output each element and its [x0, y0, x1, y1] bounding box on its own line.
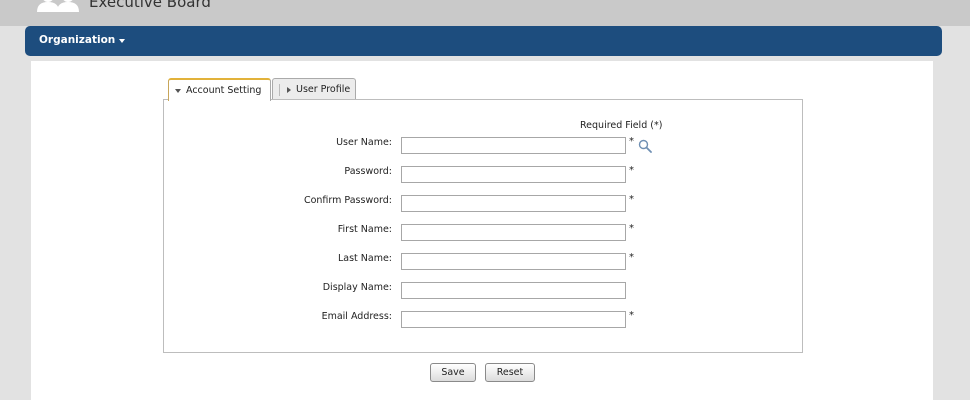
first-name-label: First Name:	[337, 224, 392, 235]
nav-organization-label: Organization	[39, 34, 116, 46]
chevron-down-icon	[119, 38, 126, 43]
email-address-input[interactable]	[401, 311, 626, 328]
first-name-input[interactable]	[401, 224, 626, 241]
required-star: *	[629, 223, 634, 234]
display-name-input[interactable]	[401, 282, 626, 299]
tab-divider	[279, 83, 280, 96]
last-name-label: Last Name:	[337, 253, 392, 264]
required-star: *	[629, 194, 634, 205]
main-nav-bar: Organization	[25, 26, 942, 56]
tab-label: User Profile	[296, 84, 351, 95]
app-title: Executive Board	[89, 0, 211, 11]
reset-button[interactable]: Reset	[485, 363, 535, 382]
expanded-arrow-icon	[175, 88, 181, 93]
confirm-password-label: Confirm Password:	[303, 195, 392, 206]
display-name-label: Display Name:	[322, 282, 392, 293]
username-label: User Name:	[336, 137, 392, 148]
password-input[interactable]	[401, 166, 626, 183]
tab-label: Account Setting	[186, 85, 262, 96]
required-star: *	[629, 136, 634, 147]
search-icon[interactable]	[638, 139, 652, 153]
confirm-password-input[interactable]	[401, 195, 626, 212]
required-field-note: Required Field (*)	[580, 120, 663, 131]
required-star: *	[629, 310, 634, 321]
tab-user-profile[interactable]: User Profile	[272, 78, 356, 100]
top-header-bar: Executive Board	[0, 0, 970, 26]
email-address-label: Email Address:	[321, 311, 392, 322]
save-button[interactable]: Save	[430, 363, 476, 382]
required-star: *	[629, 252, 634, 263]
nav-organization-menu[interactable]: Organization	[39, 34, 126, 46]
last-name-input[interactable]	[401, 253, 626, 270]
password-label: Password:	[344, 166, 392, 177]
tab-account-setting[interactable]: Account Setting	[168, 78, 271, 101]
required-star: *	[629, 165, 634, 176]
username-input[interactable]	[401, 137, 626, 154]
users-group-icon	[37, 0, 79, 12]
collapsed-arrow-icon	[287, 86, 291, 93]
